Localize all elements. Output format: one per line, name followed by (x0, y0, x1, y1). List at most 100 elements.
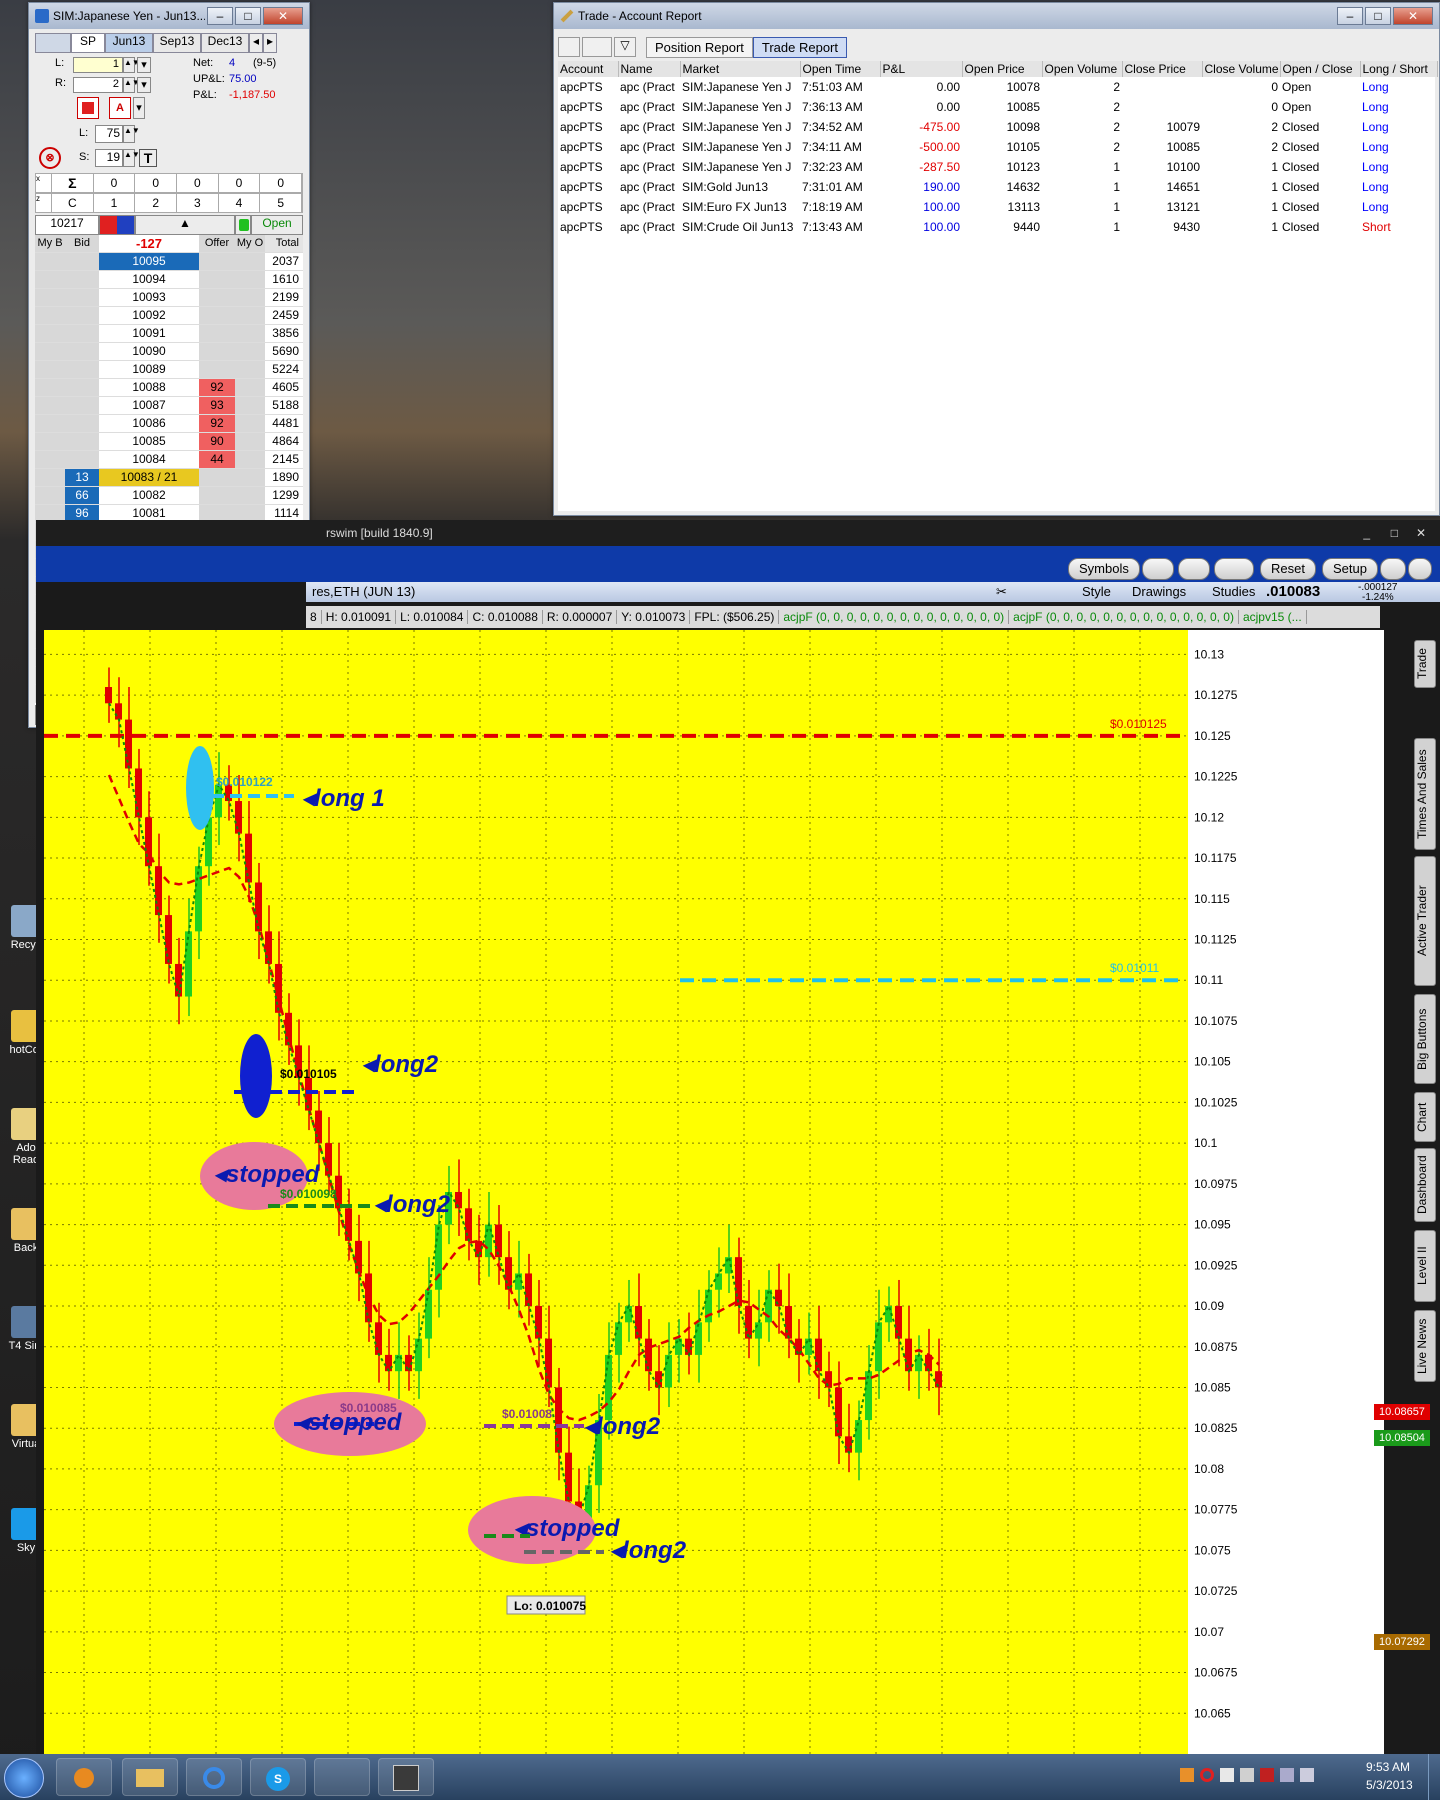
my-offer-cell[interactable] (235, 343, 265, 360)
offer-cell[interactable] (199, 487, 235, 504)
offer-cell[interactable] (199, 271, 235, 288)
show-desktop-button[interactable] (1428, 1754, 1440, 1800)
my-offer-cell[interactable] (235, 397, 265, 414)
minimize-button[interactable]: – (207, 7, 233, 25)
price-cell[interactable]: 10090 (99, 343, 199, 360)
my-bid-cell[interactable] (35, 361, 65, 378)
chart-titlebar[interactable]: rswim [build 1840.9] _ □ ✕ (36, 520, 1440, 546)
browser-icon[interactable] (186, 1758, 242, 1796)
contract-tab-jun13[interactable]: Jun13 (105, 33, 153, 53)
price-cell[interactable]: 10095 (99, 253, 199, 270)
ladder-row[interactable]: 10087 93 5188 (35, 397, 303, 415)
symbols-button[interactable]: Symbols (1068, 558, 1140, 580)
my-bid-cell[interactable] (35, 343, 65, 360)
style-link[interactable]: Style (1082, 582, 1111, 602)
column-header[interactable]: Open Price (962, 61, 1043, 77)
table-row[interactable]: apcPTS apc (Pract SIM:Japanese Yen J 7:34:1… (558, 137, 1437, 157)
grid-cell[interactable]: 0 (219, 174, 261, 192)
table-row[interactable]: apcPTS apc (Pract SIM:Gold Jun13 7:31:01 AM… (558, 177, 1437, 197)
price-cell[interactable]: 10089 (99, 361, 199, 378)
ladder-row[interactable]: 10095 2037 (35, 253, 303, 271)
window-app-icon[interactable] (314, 1758, 370, 1796)
offer-cell[interactable]: 92 (199, 379, 235, 396)
price-cell[interactable]: 10092 (99, 307, 199, 324)
offer-cell[interactable] (199, 469, 235, 486)
my-bid-cell[interactable] (35, 469, 65, 486)
price-cell[interactable]: 10088 (99, 379, 199, 396)
my-bid-cell[interactable] (35, 325, 65, 342)
limit-spinner-icon[interactable]: ▲▼ (123, 125, 140, 143)
stop-spinner-icon[interactable]: ▲▼ (123, 149, 140, 167)
flatten-icon[interactable] (77, 97, 99, 119)
my-bid-cell[interactable] (35, 289, 65, 306)
tools-icon[interactable]: ✂ (996, 582, 1007, 602)
ladder-row[interactable]: 10094 1610 (35, 271, 303, 289)
ladder-row[interactable]: 10088 92 4605 (35, 379, 303, 397)
volume-icon[interactable] (1300, 1768, 1314, 1782)
table-row[interactable]: apcPTS apc (Pract SIM:Crude Oil Jun13 7:13:… (558, 217, 1437, 237)
side-tab[interactable]: Trade (1414, 640, 1436, 688)
clock-time[interactable]: 9:53 AM (1366, 1760, 1410, 1774)
skype-icon[interactable]: S (250, 1758, 306, 1796)
my-bid-cell[interactable] (35, 397, 65, 414)
close-button[interactable]: ✕ (1416, 520, 1426, 546)
side-tab[interactable]: Big Buttons (1414, 994, 1436, 1084)
maximize-button[interactable]: □ (1391, 520, 1398, 546)
my-offer-cell[interactable] (235, 271, 265, 288)
bid-cell[interactable]: 66 (65, 487, 99, 504)
chain-icon[interactable] (1142, 558, 1174, 580)
maximize-button[interactable]: □ (1365, 7, 1391, 25)
contract-tab-dec13[interactable]: Dec13 (201, 33, 249, 53)
grid-cell[interactable]: Σ (52, 174, 94, 192)
close-button[interactable]: ✕ (263, 7, 303, 25)
column-header[interactable]: Long / Short (1360, 61, 1438, 77)
ladder-row[interactable]: 66 10082 1299 (35, 487, 303, 505)
network-icon[interactable] (1280, 1768, 1294, 1782)
my-offer-cell[interactable] (235, 325, 265, 342)
minimize-button[interactable]: – (1337, 7, 1363, 25)
my-bid-cell[interactable] (35, 379, 65, 396)
r-input[interactable]: 2 (73, 77, 123, 93)
drawings-link[interactable]: Drawings (1132, 582, 1186, 602)
column-header[interactable]: Name (618, 61, 681, 77)
limit-input[interactable]: 75 (95, 125, 123, 143)
my-offer-cell[interactable] (235, 289, 265, 306)
grid-cell[interactable]: 0 (260, 174, 303, 192)
my-offer-cell[interactable] (235, 253, 265, 270)
my-offer-cell[interactable] (235, 451, 265, 468)
column-header[interactable]: Open Time (800, 61, 881, 77)
reset-button[interactable]: Reset (1260, 558, 1316, 580)
offer-cell[interactable] (199, 307, 235, 324)
l-spinner-icon[interactable]: ▲▼ (123, 57, 140, 73)
column-header[interactable]: Open / Close (1280, 61, 1361, 77)
side-tab[interactable]: Dashboard (1414, 1148, 1436, 1222)
price-cell[interactable]: 10085 (99, 433, 199, 450)
bell-icon[interactable] (1178, 558, 1210, 580)
my-bid-cell[interactable] (35, 487, 65, 504)
ladder-row[interactable]: 10089 5224 (35, 361, 303, 379)
ladder-row[interactable]: 10092 2459 (35, 307, 303, 325)
my-bid-cell[interactable] (35, 415, 65, 432)
chevron-down-icon[interactable]: ▾ (133, 97, 145, 119)
expand-icon[interactable] (1408, 558, 1432, 580)
offer-cell[interactable]: 90 (199, 433, 235, 450)
offer-cell[interactable] (199, 343, 235, 360)
trading-app-icon[interactable] (378, 1758, 434, 1796)
price-cell[interactable]: 10086 (99, 415, 199, 432)
chevron-down-icon[interactable]: ▾ (137, 57, 151, 73)
bid-cell[interactable]: 13 (65, 469, 99, 486)
my-bid-cell[interactable] (35, 271, 65, 288)
ladder-row[interactable]: 10091 3856 (35, 325, 303, 343)
setup-button[interactable]: Setup (1322, 558, 1378, 580)
price-cell[interactable]: 10082 (99, 487, 199, 504)
maximize-button[interactable]: □ (235, 7, 261, 25)
bid-cell[interactable] (65, 379, 99, 396)
grid-cell[interactable]: 5 (260, 194, 303, 212)
clock-date[interactable]: 5/3/2013 (1366, 1778, 1413, 1792)
price-cell[interactable]: 10087 (99, 397, 199, 414)
my-bid-cell[interactable] (35, 253, 65, 270)
tray-icon[interactable] (1260, 1768, 1274, 1782)
side-tab[interactable]: Chart (1414, 1092, 1436, 1142)
chevron-left-icon[interactable]: ◂ (249, 33, 263, 53)
column-header[interactable]: Close Price (1122, 61, 1203, 77)
